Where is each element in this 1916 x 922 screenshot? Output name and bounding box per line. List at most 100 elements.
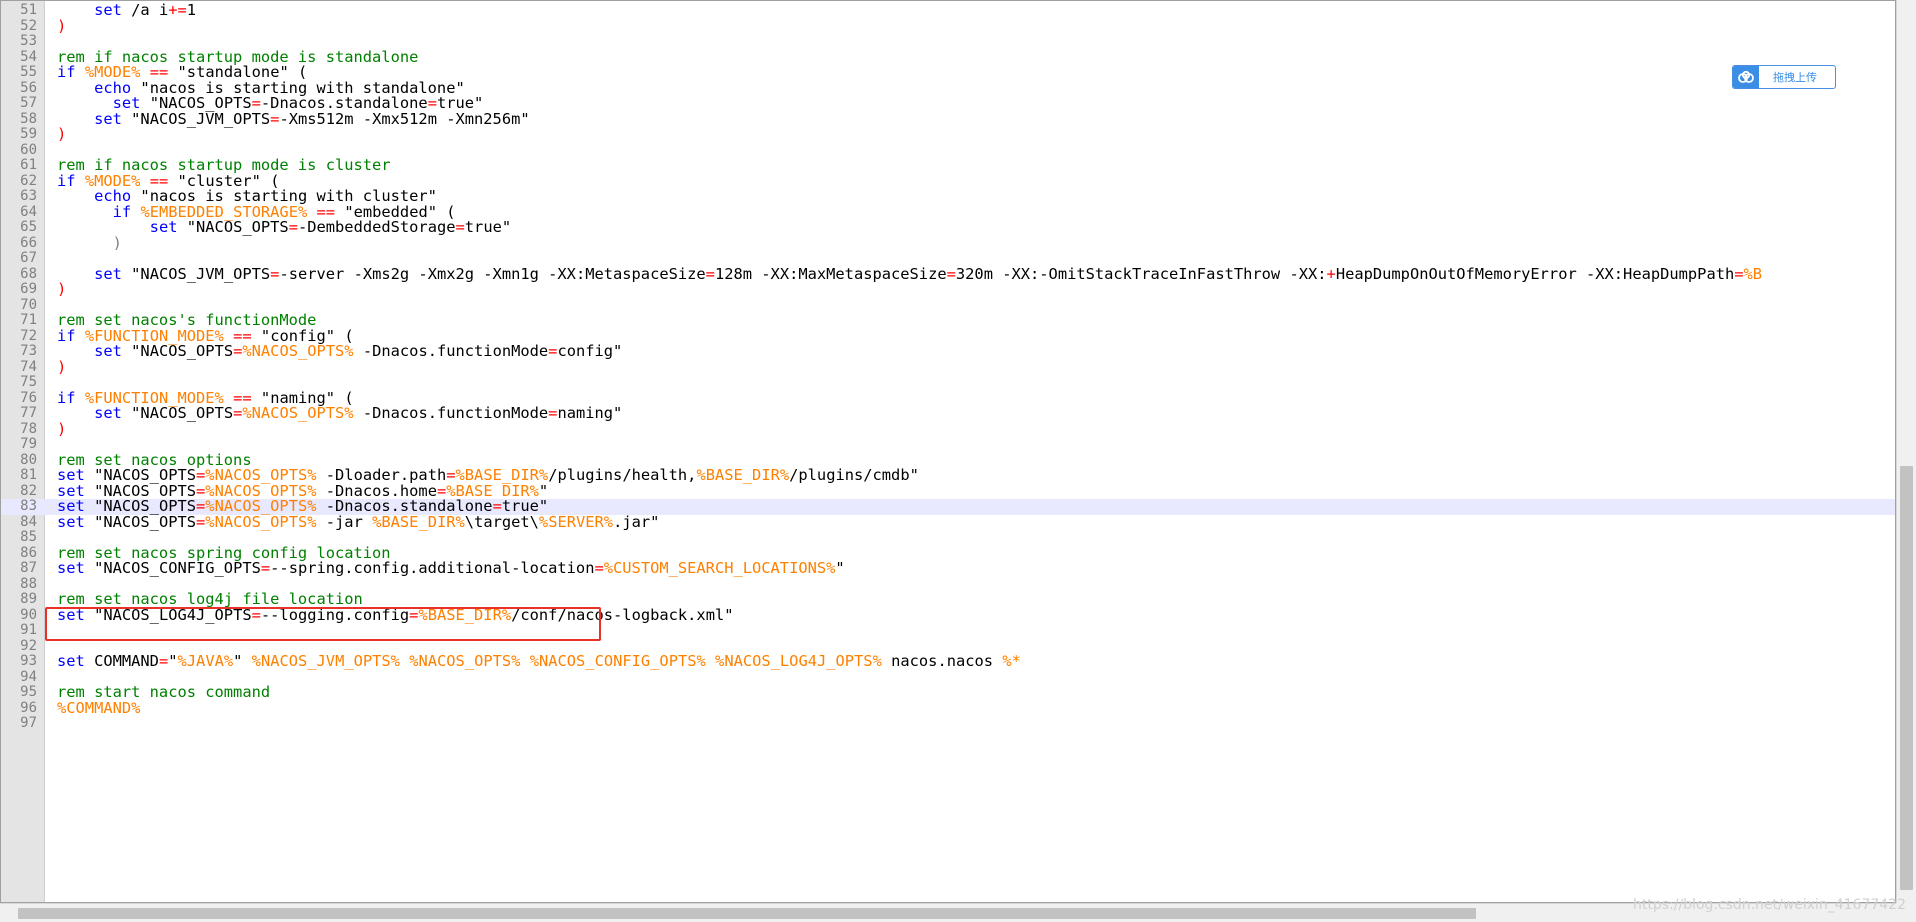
code-token: config" — [557, 342, 623, 360]
code-line[interactable]: 59) — [1, 125, 1895, 143]
code-editor[interactable]: 51 set /a i+=1 52) 53 54 rem if nacos startu… — [0, 0, 1896, 903]
code-line[interactable]: 68 set "NACOS_JVM_OPTS=-server -Xms2g -X… — [1, 264, 1895, 283]
code-token: " — [233, 652, 252, 670]
code-line[interactable]: 61 rem if nacos startup mode is cluster — [1, 157, 1895, 174]
code-text[interactable]: set "NACOS_OPTS=%NACOS_OPTS% -Dnacos.fun… — [57, 404, 622, 422]
code-text[interactable]: ) — [57, 235, 122, 252]
code-line[interactable]: 96 %COMMAND% — [1, 700, 1895, 717]
code-token: nacos.nacos — [881, 652, 1003, 670]
line-number: 66 — [20, 234, 37, 251]
horizontal-scrollbar[interactable] — [0, 903, 1896, 922]
code-token: ) — [57, 125, 67, 143]
code-line[interactable]: 97 — [1, 715, 1895, 732]
line-number: 97 — [20, 715, 37, 731]
code-token: set — [94, 109, 122, 128]
code-token: set — [94, 1, 122, 19]
line-number: 61 — [20, 157, 37, 173]
code-token: = — [260, 559, 271, 577]
code-line[interactable]: 65 set "NACOS_OPTS=-DembeddedStorage=tru… — [1, 218, 1895, 236]
code-token: = — [455, 218, 465, 236]
line-number: 95 — [20, 684, 37, 700]
code-token: = — [233, 404, 243, 422]
line-number: 93 — [20, 653, 37, 669]
code-token: 320m -XX:-OmitStackTraceInFastThrow -XX: — [955, 264, 1327, 283]
line-number: 74 — [20, 358, 37, 375]
code-token: "NACOS_OPTS — [121, 404, 234, 422]
code-text[interactable]: set "NACOS_OPTS=-DembeddedStorage=true" — [57, 218, 511, 236]
code-token: -Dnacos.functionMode — [353, 342, 549, 360]
code-line[interactable]: 78) — [1, 419, 1895, 438]
code-token: ) — [57, 16, 67, 35]
code-line[interactable]: 95 rem start nacos command — [1, 684, 1895, 701]
code-token: .jar" — [613, 512, 660, 531]
code-line[interactable]: 77 set "NACOS_OPTS=%NACOS_OPTS% -Dnacos.… — [1, 404, 1895, 422]
line-number: 86 — [20, 544, 37, 561]
horizontal-scrollbar-thumb[interactable] — [18, 908, 1476, 919]
code-text[interactable]: ) — [57, 16, 67, 35]
code-token: %BASE_DIR% — [696, 466, 790, 484]
line-number: 81 — [20, 467, 37, 483]
code-line[interactable]: 79 — [1, 436, 1895, 453]
code-token: ) — [57, 419, 67, 438]
code-text[interactable]: set "NACOS_CONFIG_OPTS=--spring.config.a… — [57, 559, 845, 577]
code-token: %NACOS_OPTS% — [242, 404, 354, 422]
code-token: = — [288, 218, 298, 236]
code-text[interactable]: set "NACOS_OPTS=%NACOS_OPTS% -jar %BASE_… — [57, 512, 660, 531]
code-token: %B — [1743, 264, 1763, 283]
line-number: 63 — [20, 188, 37, 204]
line-number: 53 — [20, 33, 37, 49]
code-token: --spring.config.additional-location — [270, 559, 595, 577]
code-token: + — [1326, 264, 1336, 283]
code-text[interactable]: ) — [57, 125, 67, 143]
line-number: 83 — [20, 498, 37, 514]
code-token: %CUSTOM_SEARCH_LOCATIONS% — [603, 559, 836, 577]
code-text[interactable]: set "NACOS_OPTS=%NACOS_OPTS% -Dnacos.fun… — [57, 342, 623, 360]
line-number: 56 — [20, 79, 37, 96]
line-number: 60 — [20, 141, 37, 158]
code-line[interactable]: 87 set "NACOS_CONFIG_OPTS=--spring.config… — [1, 559, 1895, 577]
line-number: 52 — [20, 17, 37, 34]
code-text[interactable]: %COMMAND% — [57, 700, 140, 717]
line-number: 73 — [20, 343, 37, 359]
code-token: -Xms512m -Xmx512m -Xmn256m" — [279, 109, 530, 128]
code-line[interactable]: 74) — [1, 358, 1895, 376]
code-text[interactable]: set /a i+=1 — [57, 1, 196, 19]
line-number: 82 — [20, 482, 37, 499]
vertical-scrollbar-thumb[interactable] — [1900, 466, 1913, 890]
code-token: "NACOS_JVM_OPTS — [121, 109, 271, 128]
code-token: = — [594, 559, 604, 577]
code-line[interactable]: 84 set "NACOS_OPTS=%NACOS_OPTS% -jar %BAS… — [1, 512, 1895, 531]
code-text[interactable]: ) — [57, 419, 67, 438]
code-line[interactable]: 73 set "NACOS_OPTS=%NACOS_OPTS% -Dnacos.… — [1, 342, 1895, 360]
line-number: 70 — [20, 296, 37, 313]
line-number: 69 — [20, 281, 37, 297]
line-number: 88 — [20, 575, 37, 592]
code-line[interactable]: 94 — [1, 668, 1895, 686]
code-line[interactable]: 66 ) — [1, 234, 1895, 252]
code-token: -DembeddedStorage — [297, 218, 456, 236]
code-line[interactable]: 69) — [1, 281, 1895, 298]
line-number: 78 — [20, 420, 37, 437]
code-text[interactable]: set COMMAND="%JAVA%" %NACOS_JVM_OPTS% %N… — [57, 652, 1021, 670]
drag-upload-button[interactable]: 拖拽上传 — [1732, 65, 1836, 89]
code-line[interactable]: 93 set COMMAND="%JAVA%" %NACOS_JVM_OPTS% … — [1, 652, 1895, 670]
code-line[interactable]: 58 set "NACOS_JVM_OPTS=-Xms512m -Xmx512m… — [1, 109, 1895, 128]
code-token: 128m -XX:MaxMetaspaceSize — [714, 264, 947, 283]
code-token: = — [196, 512, 206, 531]
code-text[interactable]: ) — [57, 359, 66, 376]
line-number: 85 — [20, 529, 37, 545]
watermark-text: https://blog.csdn.net/weixin_41677422 — [1632, 897, 1906, 913]
vertical-scrollbar[interactable] — [1896, 0, 1916, 903]
code-text[interactable]: set "NACOS_JVM_OPTS=-Xms512m -Xmx512m -X… — [57, 109, 530, 128]
code-line[interactable]: 52) — [1, 16, 1895, 35]
line-number: 90 — [20, 606, 37, 623]
code-text[interactable]: ) — [57, 281, 66, 298]
code-token: -server -Xms2g -Xmx2g -Xmn1g -XX:Metaspa… — [279, 264, 706, 283]
code-token: " — [168, 652, 178, 670]
code-line[interactable]: 51 set /a i+=1 — [1, 1, 1895, 19]
line-number: 94 — [20, 668, 37, 685]
line-number: 54 — [20, 48, 37, 65]
code-text[interactable]: set "NACOS_JVM_OPTS=-server -Xms2g -Xmx2… — [57, 264, 1763, 283]
line-number: 67 — [20, 250, 37, 266]
